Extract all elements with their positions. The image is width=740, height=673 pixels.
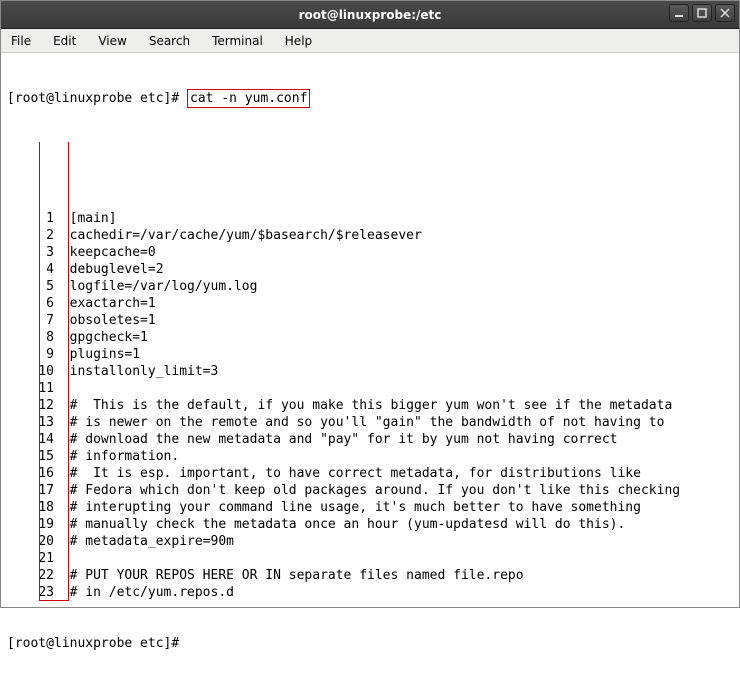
menu-search[interactable]: Search	[145, 32, 194, 50]
terminal-output[interactable]: [root@linuxprobe etc]# cat -n yum.conf 1…	[1, 53, 739, 673]
shell-prompt: [root@linuxprobe etc]#	[7, 636, 179, 651]
highlighted-command: cat -n yum.conf	[187, 89, 310, 108]
output-line: 19 # manually check the metadata once an…	[7, 516, 733, 533]
command-output: 1 [main] 2 cachedir=/var/cache/yum/$base…	[7, 142, 733, 601]
output-line: 18 # interupting your command line usage…	[7, 499, 733, 516]
line-number-highlight-box	[39, 142, 69, 601]
prompt-line-2: [root@linuxprobe etc]#	[7, 635, 733, 652]
menu-file[interactable]: File	[7, 32, 35, 50]
output-line: 22 # PUT YOUR REPOS HERE OR IN separate …	[7, 567, 733, 584]
output-line: 11	[7, 380, 733, 397]
output-line: 7 obsoletes=1	[7, 312, 733, 329]
shell-prompt: [root@linuxprobe etc]#	[7, 91, 187, 106]
output-line: 4 debuglevel=2	[7, 261, 733, 278]
output-line: 15 # information.	[7, 448, 733, 465]
close-button[interactable]	[715, 4, 735, 22]
menu-bar: File Edit View Search Terminal Help	[1, 29, 739, 53]
output-line: 6 exactarch=1	[7, 295, 733, 312]
output-line: 13 # is newer on the remote and so you'l…	[7, 414, 733, 431]
prompt-line-1: [root@linuxprobe etc]# cat -n yum.conf	[7, 89, 733, 108]
window-titlebar: root@linuxprobe:/etc	[1, 1, 739, 29]
output-line: 17 # Fedora which don't keep old package…	[7, 482, 733, 499]
window-title: root@linuxprobe:/etc	[1, 8, 739, 22]
output-line: 8 gpgcheck=1	[7, 329, 733, 346]
maximize-button[interactable]	[692, 4, 712, 22]
output-line: 5 logfile=/var/log/yum.log	[7, 278, 733, 295]
output-line: 12 # This is the default, if you make th…	[7, 397, 733, 414]
menu-help[interactable]: Help	[281, 32, 316, 50]
line-number-highlight-bottom	[39, 600, 69, 601]
output-line: 3 keepcache=0	[7, 244, 733, 261]
output-line: 10 installonly_limit=3	[7, 363, 733, 380]
output-line: 23 # in /etc/yum.repos.d	[7, 584, 733, 601]
output-line: 16 # It is esp. important, to have corre…	[7, 465, 733, 482]
menu-terminal[interactable]: Terminal	[208, 32, 267, 50]
menu-edit[interactable]: Edit	[49, 32, 80, 50]
output-line: 2 cachedir=/var/cache/yum/$basearch/$rel…	[7, 227, 733, 244]
output-line: 9 plugins=1	[7, 346, 733, 363]
window-controls	[669, 4, 735, 22]
output-line: 14 # download the new metadata and "pay"…	[7, 431, 733, 448]
minimize-button[interactable]	[669, 4, 689, 22]
menu-view[interactable]: View	[94, 32, 130, 50]
output-line: 21	[7, 550, 733, 567]
output-line: 20 # metadata_expire=90m	[7, 533, 733, 550]
output-line: 1 [main]	[7, 210, 733, 227]
